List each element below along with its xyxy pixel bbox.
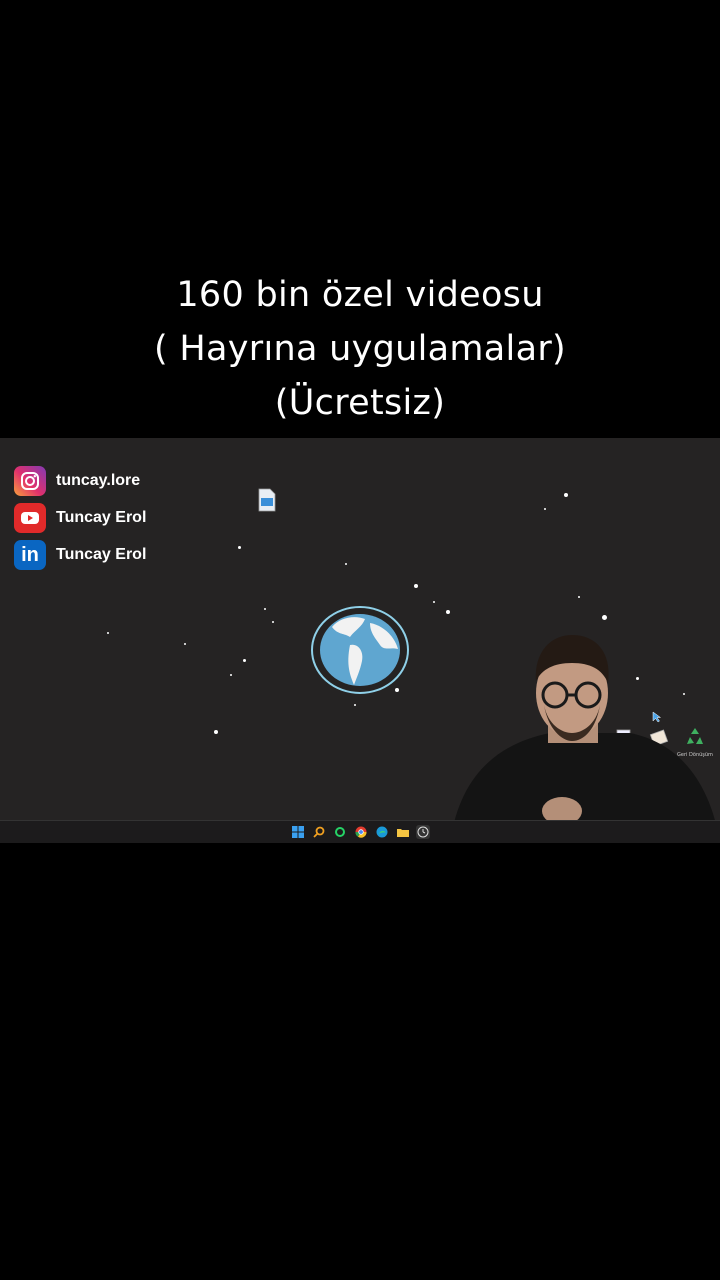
star <box>230 674 232 676</box>
star <box>184 643 186 645</box>
social-instagram: tuncay.lore <box>14 466 140 496</box>
linkedin-icon: in <box>14 540 46 570</box>
video-caption: 160 bin özel videosu ( Hayrına uygulamal… <box>0 268 720 430</box>
star <box>578 596 580 598</box>
star <box>107 632 109 634</box>
linkedin-handle: Tuncay Erol <box>56 546 147 563</box>
edge-icon[interactable] <box>375 825 389 839</box>
social-youtube: Tuncay Erol <box>14 503 146 533</box>
star <box>272 621 274 623</box>
star <box>243 659 246 662</box>
star <box>544 508 546 510</box>
caption-line-1: 160 bin özel videosu <box>176 275 544 315</box>
windows-start-icon[interactable] <box>291 825 305 839</box>
star <box>238 546 241 549</box>
star <box>446 610 450 614</box>
instagram-handle: tuncay.lore <box>56 472 141 489</box>
file-explorer-icon[interactable] <box>396 825 410 839</box>
star <box>602 615 607 620</box>
social-linkedin: in Tuncay Erol <box>14 540 146 570</box>
desktop-screen: tuncay.lore Tuncay Erol in Tuncay Erol G… <box>0 438 720 843</box>
caption-line-2: ( Hayrına uygulamalar) <box>154 329 566 369</box>
star <box>414 584 418 588</box>
star <box>433 601 435 603</box>
instagram-icon <box>14 466 46 496</box>
star <box>564 493 568 497</box>
star <box>214 730 218 734</box>
star <box>354 704 356 706</box>
chrome-icon[interactable] <box>354 825 368 839</box>
presenter-webcam <box>450 635 720 843</box>
globe-icon[interactable] <box>310 605 410 695</box>
taskbar <box>0 820 720 843</box>
star <box>264 608 266 610</box>
caption-line-3: (Ücretsiz) <box>274 383 446 423</box>
search-icon[interactable] <box>312 825 326 839</box>
youtube-handle: Tuncay Erol <box>56 509 147 526</box>
clock-app-icon[interactable] <box>416 825 430 839</box>
whatsapp-icon[interactable] <box>333 825 347 839</box>
star <box>345 563 347 565</box>
file-icon[interactable] <box>257 488 277 516</box>
youtube-icon <box>14 503 46 533</box>
